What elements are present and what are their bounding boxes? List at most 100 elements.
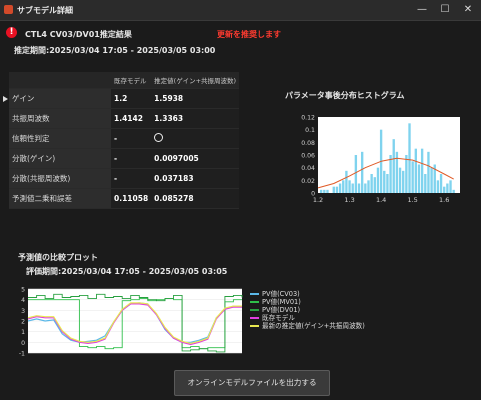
histogram-bar bbox=[405, 155, 408, 193]
x-tick-label: 1.4 bbox=[376, 196, 386, 204]
histogram-bar bbox=[367, 180, 370, 193]
close-button[interactable]: ✕ bbox=[461, 3, 475, 17]
evaluation-period: 評価期間:2025/03/04 17:05 - 2025/03/05 03:05 bbox=[26, 267, 228, 276]
y-tick-label: 4 bbox=[21, 297, 25, 304]
estimate-value: 0.037183 bbox=[151, 168, 240, 189]
histogram-bar bbox=[417, 164, 421, 193]
histogram-bar bbox=[376, 167, 380, 193]
chart-legend: PV値(CV03) PV値(MV01) PV値(DV01) 既存モデル 最新の推… bbox=[250, 290, 365, 330]
histogram-bar bbox=[342, 180, 345, 193]
histogram-bar bbox=[424, 174, 427, 193]
legend-item: 既存モデル bbox=[250, 314, 365, 322]
y-tick-label: 0.1 bbox=[305, 127, 315, 134]
histogram-bar bbox=[443, 186, 446, 193]
histogram-bar bbox=[386, 174, 389, 193]
histogram-bar bbox=[370, 174, 373, 193]
app-icon bbox=[4, 5, 13, 14]
x-tick-label: 1.5 bbox=[407, 196, 417, 204]
histogram-bar bbox=[335, 186, 339, 193]
row-label: ゲイン bbox=[9, 88, 111, 109]
current-value: 1.4142 bbox=[111, 108, 152, 129]
table-row[interactable]: ゲイン 1.2 1.5938 bbox=[9, 88, 240, 109]
histogram-bar bbox=[398, 167, 402, 193]
y-tick-label: 1 bbox=[21, 329, 25, 336]
histogram-bar bbox=[361, 151, 364, 193]
table-header: 既存モデル 推定値(ゲイン+共振周波数) bbox=[9, 72, 240, 89]
y-tick-label: 2 bbox=[21, 319, 25, 326]
estimation-period: 推定期間:2025/03/04 17:05 - 2025/03/05 03:00 bbox=[14, 46, 216, 55]
col-current-model: 既存モデル bbox=[111, 72, 152, 89]
legend-item: PV値(DV01) bbox=[250, 306, 365, 314]
row-label: 分散(共振周波数) bbox=[9, 168, 111, 189]
histogram-bar bbox=[449, 180, 452, 193]
histogram-bar bbox=[392, 139, 395, 193]
histogram-bar bbox=[357, 183, 361, 193]
current-value: - bbox=[111, 148, 152, 169]
y-tick-label: 0.08 bbox=[301, 140, 315, 147]
estimate-value bbox=[151, 128, 240, 149]
histogram-chart: 00.020.040.060.080.10.121.2 1.3 1.4 1.5 1.6 bbox=[301, 115, 460, 204]
y-tick-label: 0.12 bbox=[301, 115, 315, 122]
row-label: 分散(ゲイン) bbox=[9, 148, 111, 169]
row-label: 信頼性判定 bbox=[9, 128, 111, 149]
histogram-bar bbox=[373, 177, 376, 193]
x-tick-label: 1.3 bbox=[344, 196, 354, 204]
histogram-title: パラメータ事後分布ヒストグラム bbox=[285, 91, 405, 100]
histogram-bar bbox=[439, 174, 443, 193]
export-online-model-button[interactable]: オンラインモデルファイルを出力する bbox=[174, 370, 330, 396]
current-value: - bbox=[111, 128, 152, 149]
histogram-bar bbox=[420, 148, 424, 193]
update-recommendation: 更新を推奨します bbox=[217, 30, 281, 39]
histogram-bar bbox=[319, 189, 323, 193]
histogram-bar bbox=[452, 189, 455, 193]
y-tick-label: 5 bbox=[21, 287, 25, 294]
y-tick-label: -1 bbox=[19, 351, 25, 358]
selected-row-arrow-icon bbox=[3, 96, 8, 102]
results-table: 既存モデル 推定値(ゲイン+共振周波数) ゲイン 1.2 1.5938 共振周波… bbox=[9, 72, 240, 209]
histogram-bar bbox=[364, 183, 367, 193]
histogram-bar bbox=[348, 180, 351, 193]
table-row[interactable]: 予測値二乗和誤差 0.11058 0.085278 bbox=[9, 188, 240, 209]
y-tick-label: 0.04 bbox=[301, 165, 315, 172]
histogram-bar bbox=[427, 151, 430, 193]
histogram-bar bbox=[354, 155, 358, 193]
histogram-bar bbox=[345, 170, 348, 193]
maximize-button[interactable]: ☐ bbox=[438, 3, 452, 17]
current-value: - bbox=[111, 168, 152, 189]
histogram-bar bbox=[411, 161, 414, 193]
alert-icon: ! bbox=[6, 27, 17, 38]
histogram-bar bbox=[389, 155, 392, 193]
col-estimate: 推定値(ゲイン+共振周波数) bbox=[151, 72, 240, 89]
comparison-chart: -1 0 1 2 3 4 5 bbox=[19, 287, 243, 358]
table-row[interactable]: 分散(ゲイン) - 0.0097005 bbox=[9, 148, 240, 169]
histogram-bar bbox=[414, 148, 417, 193]
row-label: 共振周波数 bbox=[9, 108, 111, 129]
estimate-value: 1.3363 bbox=[151, 108, 240, 129]
legend-item: PV値(CV03) bbox=[250, 290, 365, 298]
histogram-bar bbox=[326, 189, 329, 193]
histogram-bar bbox=[323, 189, 326, 193]
minimize-button[interactable]: — bbox=[415, 3, 429, 17]
y-tick-label: 0.02 bbox=[301, 178, 315, 185]
table-row[interactable]: 分散(共振周波数) - 0.037183 bbox=[9, 168, 240, 189]
legend-item: 最新の推定値(ゲイン+共振周波数) bbox=[250, 322, 365, 330]
table-row[interactable]: 信頼性判定 - bbox=[9, 128, 240, 149]
row-label: 予測値二乗和誤差 bbox=[9, 188, 111, 209]
y-tick-label: 0.06 bbox=[301, 153, 315, 160]
legend-item: PV値(MV01) bbox=[250, 298, 365, 306]
title-bar: サブモデル詳細 — ☐ ✕ bbox=[0, 0, 481, 21]
y-tick-label: 0 bbox=[21, 340, 25, 347]
current-value: 1.2 bbox=[111, 88, 152, 109]
histogram-bar bbox=[338, 183, 342, 193]
histogram-bar bbox=[408, 123, 411, 193]
estimate-value: 1.5938 bbox=[151, 88, 240, 109]
result-title: CTL4 CV03/DV01推定結果 bbox=[25, 30, 132, 39]
window-title: サブモデル詳細 bbox=[17, 6, 73, 15]
histogram-bar bbox=[430, 167, 433, 193]
x-tick-label: 1.6 bbox=[439, 196, 449, 204]
histogram-bar bbox=[402, 170, 405, 193]
estimate-value: 0.0097005 bbox=[151, 148, 240, 169]
reliable-circle-icon bbox=[154, 133, 164, 142]
table-row[interactable]: 共振周波数 1.4142 1.3363 bbox=[9, 108, 240, 129]
y-tick-label: 3 bbox=[21, 308, 25, 315]
